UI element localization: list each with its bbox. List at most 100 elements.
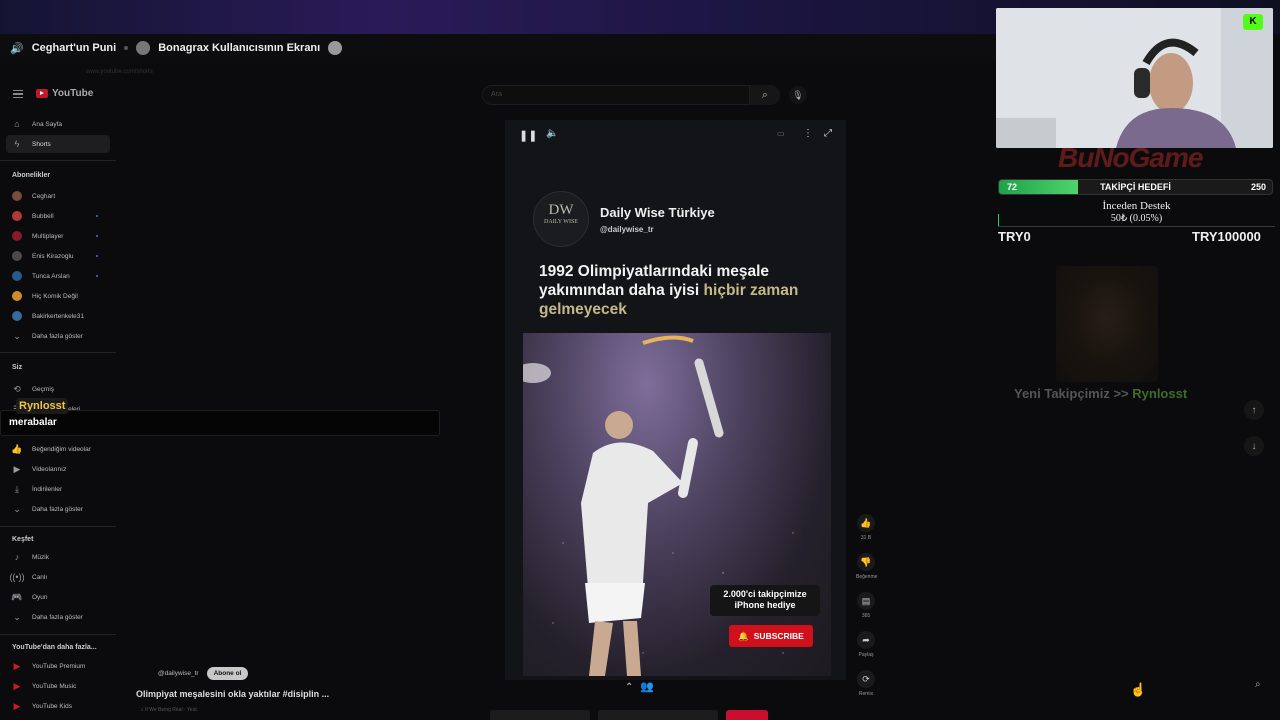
sidebar-item[interactable]: 🎮 Oyun: [6, 588, 110, 606]
more-options-icon[interactable]: ⋮: [803, 128, 813, 139]
sidebar-item[interactable]: ♪ Müzik: [6, 548, 110, 566]
pause-icon[interactable]: ❚❚: [519, 129, 537, 142]
subscribe-overlay-button[interactable]: 🔔 SUBSCRIBE: [729, 625, 813, 647]
search-input[interactable]: Ara: [482, 85, 750, 105]
action-label: Remix: [858, 691, 874, 697]
sidebar-item[interactable]: ϟ Shorts: [6, 135, 110, 153]
taskbar-item[interactable]: [726, 710, 768, 720]
volume-icon[interactable]: 🔈: [546, 128, 558, 139]
live-icon: ((•)): [9, 572, 25, 582]
sidebar-section-title[interactable]: Abonelikler: [12, 172, 50, 179]
sidebar-item[interactable]: ⌄ Daha fazla göster: [6, 327, 110, 345]
previous-short-button[interactable]: ↑: [1244, 400, 1264, 420]
sidebar-item[interactable]: Tunca Arslan: [6, 267, 110, 285]
voice-search-button[interactable]: 🎙: [789, 86, 807, 104]
new-follower-text: Yeni Takipçimiz >> Rynlosst: [1014, 386, 1187, 401]
youtube-logo[interactable]: YouTube: [36, 88, 93, 99]
goal-title: TAKİPÇİ HEDEFİ: [1100, 182, 1171, 192]
sidebar-item[interactable]: ▶ Videolarınız: [6, 460, 110, 478]
giveaway-line-2: iPhone hediye: [734, 600, 796, 610]
youtube-app-icon: ▶: [13, 660, 21, 671]
fullscreen-icon[interactable]: ⤢: [824, 128, 832, 139]
sidebar-item-label: İndirilenler: [32, 485, 62, 493]
owner-handle[interactable]: @dailywise_tr: [158, 670, 199, 677]
sidebar-item[interactable]: ⌄ Daha fazla göster: [6, 608, 110, 626]
sidebar-item[interactable]: ▶ YouTube Music: [6, 677, 110, 695]
shorts-icon: ϟ: [14, 139, 20, 149]
channel-avatar: [12, 291, 22, 301]
chevron-down-icon: ⌄: [13, 611, 21, 622]
sidebar-item[interactable]: 👍 Beğendiğim videolar: [6, 440, 110, 458]
sidebar-item[interactable]: Bakirkertenkele31: [6, 307, 110, 325]
new-content-dot: [96, 215, 98, 217]
youtube-logo-text: YouTube: [52, 88, 94, 99]
sidebar-item[interactable]: ▶ YouTube Kids: [6, 697, 110, 715]
next-short-button[interactable]: ↓: [1244, 436, 1264, 456]
channel-avatar: [12, 211, 22, 221]
sidebar-item[interactable]: Bubbell: [6, 207, 110, 225]
sidebar-item[interactable]: ⌂ Ana Sayfa: [6, 115, 110, 133]
new-follower-name: Rynlosst: [1132, 386, 1188, 401]
taskbar-item[interactable]: [598, 710, 718, 720]
sidebar-item[interactable]: ⤓ İndirilenler: [6, 480, 110, 498]
support-max: TRY100000: [1192, 229, 1261, 244]
people-icon[interactable]: 👥: [640, 680, 654, 693]
channel-avatar: [12, 231, 22, 241]
sidebar-item[interactable]: Enis Kirazoglu: [6, 247, 110, 265]
action-thumbs-down-button[interactable]: 👎 Beğenme: [856, 553, 877, 580]
new-follower-image: [1056, 266, 1158, 382]
voice-channel-name[interactable]: Ceghart'un Puni: [32, 42, 117, 54]
video-headline: 1992 Olimpiyatlarındaki meşale yakımında…: [539, 262, 829, 319]
channel-avatar: [12, 271, 22, 281]
video-description[interactable]: Olimpiyat meşalesini okla yaktılar #disi…: [136, 689, 329, 699]
gaming-icon: 🎮: [11, 591, 23, 602]
chat-message: merabalar: [0, 410, 440, 436]
browser-url-bar[interactable]: www.youtube.com/shorts: [0, 64, 1000, 80]
sidebar-item-label: YouTube Kids: [32, 702, 72, 710]
sidebar-section-title[interactable]: Siz: [12, 364, 22, 371]
thumbs-down-icon: 👎: [857, 553, 875, 571]
share-icon: ➦: [857, 631, 875, 649]
sidebar-item-label: Geçmiş: [32, 385, 55, 393]
captions-icon[interactable]: ▭: [777, 129, 785, 138]
taskbar-item[interactable]: [490, 710, 590, 720]
taskbar: [490, 710, 780, 720]
speaker-icon: 🔊: [10, 42, 24, 55]
music-icon: ♪: [14, 552, 20, 562]
menu-icon[interactable]: [13, 90, 23, 98]
screen-share-title[interactable]: Bonagrax Kullanıcısının Ekranı: [158, 42, 320, 54]
chevron-up-icon[interactable]: ⌃: [625, 682, 633, 693]
support-min: TRY0: [998, 229, 1031, 244]
zoom-icon[interactable]: ⌕: [1255, 679, 1261, 690]
action-remix-button[interactable]: ⟳ Remix: [856, 670, 876, 697]
action-label: 31 B: [860, 535, 872, 541]
sidebar-item[interactable]: ⌄ Daha fazla göster: [6, 500, 110, 518]
sidebar-item[interactable]: ((•)) Canlı: [6, 568, 110, 586]
sidebar-item[interactable]: ▶ YouTube Premium: [6, 657, 110, 675]
sidebar-item[interactable]: Ceghart: [6, 187, 110, 205]
sidebar-item[interactable]: Multiplayer: [6, 227, 110, 245]
sidebar-item-label: Bubbell: [32, 212, 54, 220]
subscribe-label: SUBSCRIBE: [753, 631, 804, 641]
sidebar-item-label: Oyun: [32, 593, 48, 601]
action-thumbs-up-button[interactable]: 👍 31 B: [856, 514, 876, 541]
sidebar-section-title[interactable]: YouTube'dan daha fazla...: [12, 644, 97, 651]
webcam-feed: K: [996, 8, 1273, 148]
action-comment-button[interactable]: ▤ 365: [856, 592, 876, 619]
subscribe-button[interactable]: Abone ol: [206, 667, 249, 680]
youtube-app-icon: ▶: [13, 680, 21, 691]
sidebar-item[interactable]: ⟲ Geçmiş: [6, 380, 110, 398]
discord-voice-bar: 🔊 Ceghart'un Puni Bonagrax Kullanıcısını…: [0, 34, 1000, 62]
video-music[interactable]: ♫ If We Being Rèal · Yeat: [140, 707, 197, 713]
sidebar-section-title[interactable]: Keşfet: [12, 536, 33, 543]
channel-avatar: [12, 191, 22, 201]
action-share-button[interactable]: ➦ Paylaş: [856, 631, 876, 658]
sidebar-divider: [0, 160, 116, 161]
sidebar-item[interactable]: Hiç Komik Değil: [6, 287, 110, 305]
sidebar-item-label: Müzik: [32, 553, 49, 561]
chat-overlay: merabalar Rynlosst: [0, 398, 440, 436]
home-icon: ⌂: [14, 119, 20, 129]
youtube-play-icon: [36, 89, 48, 98]
your-videos-icon: ▶: [13, 463, 21, 474]
search-button[interactable]: ⌕: [750, 85, 780, 105]
